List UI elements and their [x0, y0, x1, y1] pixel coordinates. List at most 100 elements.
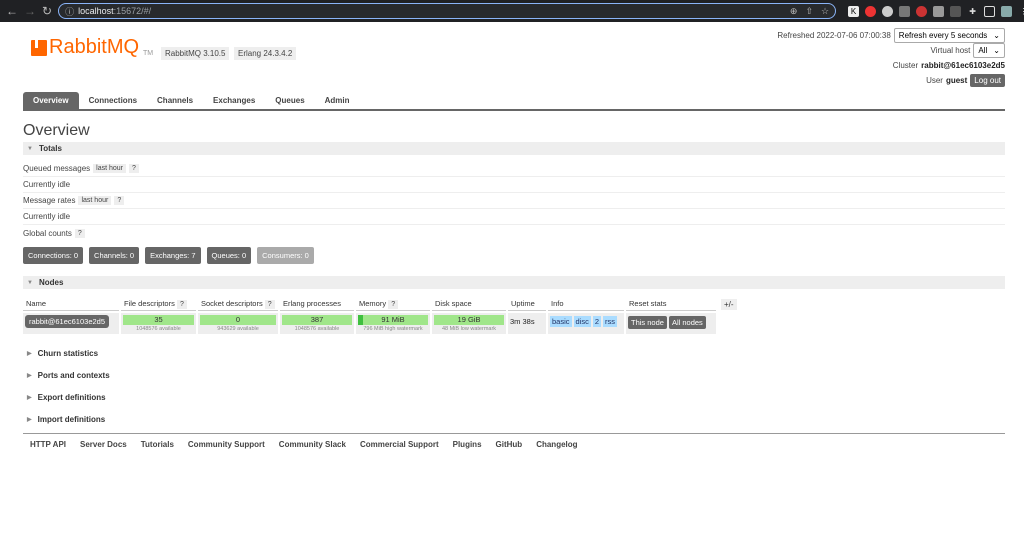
ports-contexts-section[interactable]: ▶ Ports and contexts — [23, 364, 1005, 386]
memory-watermark: 796 MiB high watermark — [363, 326, 423, 332]
back-icon[interactable]: ← — [6, 4, 18, 18]
vhost-select[interactable]: All ⌄ — [973, 43, 1005, 58]
export-definitions-section[interactable]: ▶ Export definitions — [23, 386, 1005, 408]
footer-link-tutorials[interactable]: Tutorials — [141, 440, 174, 449]
forward-icon[interactable]: → — [24, 4, 36, 18]
extension-icon[interactable] — [916, 5, 928, 17]
rabbitmq-version: RabbitMQ 3.10.5 — [161, 47, 230, 60]
last-hour-chip[interactable]: last hour — [93, 164, 127, 173]
tab-connections[interactable]: Connections — [79, 92, 147, 109]
currently-idle-text: Currently idle — [23, 212, 71, 221]
sidepanel-icon[interactable] — [984, 5, 996, 17]
tab-admin[interactable]: Admin — [315, 92, 360, 109]
reset-all-nodes-button[interactable]: All nodes — [668, 316, 706, 329]
ep-cell: 387 1048576 available — [280, 313, 354, 334]
zoom-icon[interactable]: ⊕ — [790, 6, 798, 17]
menu-icon[interactable]: ⋮ — [1018, 6, 1024, 17]
info-disc-tag: disc — [573, 316, 591, 327]
page-title: Overview — [23, 122, 90, 139]
tab-overview[interactable]: Overview — [23, 92, 79, 109]
totals-section-header[interactable]: ▼ Totals — [23, 142, 1005, 155]
extension-icon[interactable] — [899, 5, 911, 17]
puzzle-icon[interactable]: ✚ — [967, 6, 978, 17]
tab-channels[interactable]: Channels — [147, 92, 203, 109]
extension-icon[interactable] — [882, 5, 894, 17]
share-icon[interactable]: ⇧ — [805, 6, 813, 17]
extension-icon[interactable] — [933, 5, 945, 17]
queued-idle-row: Currently idle — [23, 177, 1005, 193]
bookmark-star-icon[interactable]: ☆ — [821, 6, 829, 17]
col-memory-label: Memory — [359, 299, 387, 308]
node-name-link[interactable]: rabbit@61ec6103e2d5 — [25, 315, 110, 328]
erlang-version: Erlang 24.3.4.2 — [234, 47, 297, 60]
message-rates-label: Message rates — [23, 196, 76, 205]
help-button[interactable]: ? — [264, 300, 275, 309]
footer-link-github[interactable]: GitHub — [496, 440, 523, 449]
address-bar[interactable]: ⓘ localhost:15672/#/ ⊕ ⇧ ☆ — [58, 3, 837, 19]
last-hour-chip[interactable]: last hour — [78, 196, 112, 205]
reload-icon[interactable]: ↻ — [42, 4, 52, 18]
user-name: guest — [945, 76, 968, 85]
nodes-table: Name File descriptors ? Socket descripto… — [21, 295, 742, 336]
churn-statistics-section[interactable]: ▶ Churn statistics — [23, 342, 1005, 364]
url-path: :15672/#/ — [113, 6, 152, 16]
extension-icon[interactable] — [950, 5, 962, 17]
node-name-cell: rabbit@61ec6103e2d5 — [23, 313, 119, 334]
refresh-select[interactable]: Refresh every 5 seconds ⌄ — [893, 28, 1005, 43]
ep-available: 1048576 available — [294, 326, 340, 332]
avatar[interactable] — [1001, 5, 1013, 17]
logo-tm: TM — [143, 50, 154, 57]
triangle-right-icon: ▶ — [27, 416, 32, 423]
disk-cell: 19 GiB 48 MiB low watermark — [432, 313, 506, 334]
help-button[interactable]: ? — [176, 300, 187, 309]
help-button[interactable]: ? — [114, 196, 125, 205]
queues-count-button[interactable]: Queues: 0 — [206, 247, 252, 264]
rabbitmq-logo[interactable]: RabbitMQ TM — [31, 36, 153, 59]
triangle-right-icon: ▶ — [27, 394, 32, 401]
reset-this-node-button[interactable]: This node — [628, 316, 667, 329]
help-button[interactable]: ? — [74, 228, 85, 238]
col-file-descriptors-label: File descriptors — [124, 299, 175, 308]
vhost-label: Virtual host — [930, 46, 971, 55]
logout-button[interactable]: Log out — [970, 74, 1005, 87]
global-counts: Connections: 0 Channels: 0 Exchanges: 7 … — [23, 247, 1005, 264]
channels-count-button[interactable]: Channels: 0 — [89, 247, 140, 264]
col-disk-space: Disk space — [432, 297, 506, 311]
rates-idle-row: Currently idle — [23, 209, 1005, 225]
import-definitions-section[interactable]: ▶ Import definitions — [23, 408, 1005, 430]
table-header-row: Name File descriptors ? Socket descripto… — [23, 297, 740, 311]
connections-count-button[interactable]: Connections: 0 — [23, 247, 84, 264]
extension-icon[interactable]: K — [848, 5, 860, 17]
help-button[interactable]: ? — [388, 300, 399, 309]
help-button[interactable]: ? — [129, 164, 139, 173]
reset-stats-cell: This node All nodes — [626, 313, 716, 334]
footer: HTTP API Server Docs Tutorials Community… — [23, 433, 1005, 455]
memory-cell: 91 MiB 796 MiB high watermark — [356, 313, 430, 334]
nodes-section-header[interactable]: ▼ Nodes — [23, 276, 1005, 289]
empty-cell — [718, 313, 740, 334]
extension-icon[interactable] — [865, 5, 877, 17]
footer-link-plugins[interactable]: Plugins — [453, 440, 482, 449]
columns-toggle-button[interactable]: +/- — [721, 298, 737, 310]
tab-exchanges[interactable]: Exchanges — [203, 92, 265, 109]
footer-link-changelog[interactable]: Changelog — [536, 440, 577, 449]
sd-available: 943629 available — [217, 326, 259, 332]
footer-link-commercial-support[interactable]: Commercial Support — [360, 440, 439, 449]
footer-link-server-docs[interactable]: Server Docs — [80, 440, 127, 449]
col-uptime: Uptime — [508, 297, 546, 311]
footer-link-community-slack[interactable]: Community Slack — [279, 440, 346, 449]
col-memory: Memory ? — [356, 297, 430, 311]
exchanges-count-button[interactable]: Exchanges: 7 — [145, 247, 201, 264]
sd-bar: 0 — [200, 315, 276, 325]
footer-link-community-support[interactable]: Community Support — [188, 440, 265, 449]
fd-bar: 35 — [123, 315, 194, 325]
fd-cell: 35 1048576 available — [121, 313, 196, 334]
disk-watermark: 48 MiB low watermark — [441, 326, 497, 332]
tab-queues[interactable]: Queues — [265, 92, 314, 109]
table-row: rabbit@61ec6103e2d5 35 1048576 available … — [23, 313, 740, 334]
export-definitions-title: Export definitions — [37, 392, 106, 402]
consumers-count-button[interactable]: Consumers: 0 — [257, 247, 314, 264]
ep-bar: 387 — [282, 315, 352, 325]
footer-link-http-api[interactable]: HTTP API — [30, 440, 66, 449]
site-info-icon[interactable]: ⓘ — [65, 5, 74, 18]
